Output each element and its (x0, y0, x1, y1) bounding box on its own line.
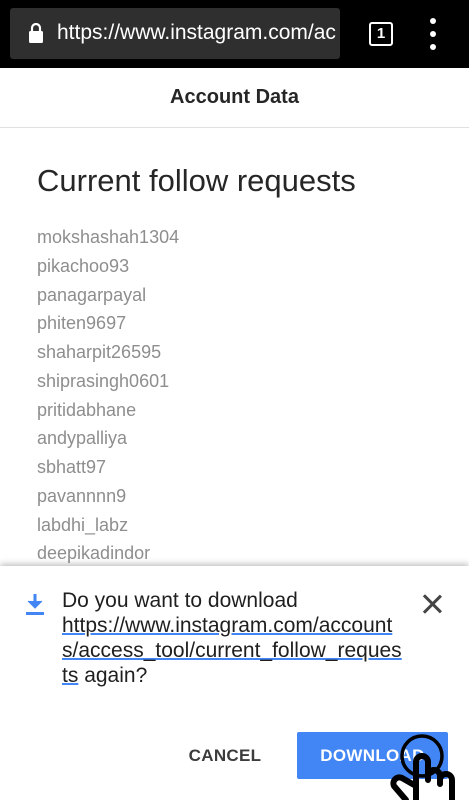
browser-toolbar: https://www.instagram.com/accounts/acces… (0, 0, 469, 68)
list-item: pikachoo93 (37, 255, 130, 276)
follow-requests-list: mokshashah1304 pikachoo93 panagarpayal p… (37, 225, 179, 570)
download-question-prefix: Do you want to download (62, 589, 298, 612)
page-header: Account Data (0, 68, 469, 128)
list-item: phiten9697 (37, 313, 127, 334)
lock-icon (29, 23, 43, 43)
cancel-button[interactable]: CANCEL (188, 742, 262, 770)
list-item: andypalliya (37, 428, 128, 449)
list-item: shiprasingh0601 (37, 370, 170, 391)
list-item: pavannnn9 (37, 485, 127, 506)
list-item: pritidabhane (37, 399, 137, 420)
page-title: Account Data (170, 86, 299, 108)
list-item: sbhatt97 (37, 457, 107, 477)
tab-switcher-button[interactable]: 1 (369, 22, 393, 46)
address-bar[interactable]: https://www.instagram.com/accounts/acces… (10, 8, 340, 59)
download-icon (26, 594, 44, 615)
list-item: mokshashah1304 (37, 227, 180, 247)
list-item: labdhi_labz (37, 514, 129, 535)
download-question-suffix: again? (84, 664, 148, 687)
more-vert-icon[interactable] (424, 18, 442, 50)
list-item: shaharpit26595 (37, 342, 162, 362)
list-item: panagarpayal (37, 284, 147, 305)
close-icon[interactable] (420, 592, 444, 616)
section-title: Current follow requests (37, 163, 356, 198)
url-text[interactable]: https://www.instagram.com/accounts/acces… (57, 20, 336, 46)
touch-pointer-icon (390, 734, 455, 800)
download-question: Do you want to download https://www.inst… (62, 588, 402, 688)
